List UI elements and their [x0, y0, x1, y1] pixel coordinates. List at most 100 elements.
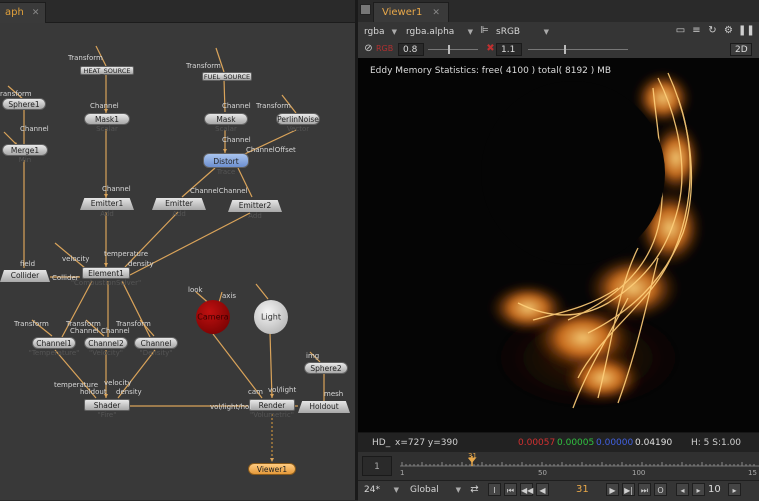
- gamma-slider[interactable]: [428, 43, 478, 56]
- chevron-down-icon: ▼: [467, 28, 473, 36]
- port-label: Channel: [102, 185, 131, 193]
- gain-field[interactable]: 1.1: [496, 43, 522, 56]
- node-element1[interactable]: Element1: [82, 267, 130, 279]
- node-collider[interactable]: Collider: [0, 270, 50, 282]
- timeline-tick-label: 15: [748, 469, 757, 477]
- tab-node-graph-label: aph: [5, 7, 24, 18]
- port-label: Channel: [90, 102, 119, 110]
- frame-increment-field[interactable]: 10: [708, 484, 721, 495]
- node-channel[interactable]: Channel: [134, 337, 178, 349]
- gamma-slider-handle[interactable]: [448, 45, 450, 54]
- last-frame-button[interactable]: ⏭: [638, 483, 651, 496]
- play-backward-button[interactable]: ◀: [536, 483, 549, 496]
- tab-node-graph[interactable]: aph ✕: [0, 2, 47, 23]
- port-label: Collider: [52, 274, 79, 282]
- node-sphere2[interactable]: Sphere2: [304, 362, 348, 374]
- node-holdout[interactable]: Holdout: [298, 401, 350, 413]
- channels-dropdown[interactable]: rgba ▼: [360, 25, 400, 39]
- port-label: img: [306, 352, 320, 360]
- timeline-ruler[interactable]: [398, 454, 759, 478]
- roi-icon[interactable]: ▭: [674, 25, 687, 37]
- viewer-status-bar: HD_ x=727 y=390 0.00057 0.00005 0.00000 …: [358, 432, 759, 468]
- port-label: mesh: [324, 390, 344, 398]
- timeline[interactable]: 1 31 1 50 100 15: [358, 452, 759, 480]
- chevron-down-icon: ▼: [455, 486, 461, 494]
- node-emitter1[interactable]: Emitter1: [80, 198, 134, 210]
- node-light-label: Light: [261, 312, 281, 322]
- pixel-green-value: 0.00005: [557, 438, 595, 448]
- play-forward-button[interactable]: ▶: [606, 483, 619, 496]
- pause-icon[interactable]: ❚❚: [738, 25, 755, 37]
- node-shader[interactable]: Shader: [84, 399, 130, 411]
- viewer-panel: Viewer1 ✕ rgba ▼ rgba.alpha ▼ ⊫ sRGB ▼ ▭ ≡ ↻…: [358, 0, 759, 501]
- gain-slider[interactable]: [528, 43, 628, 56]
- pixel-alpha-value: 0.04190: [635, 438, 673, 448]
- node-fuel-source[interactable]: FUEL_SOURCE: [202, 72, 252, 81]
- port-label: Transform: [68, 54, 103, 62]
- colorspace-dropdown[interactable]: sRGB ▼: [492, 25, 552, 39]
- node-mask[interactable]: Mask: [204, 113, 248, 125]
- panel-menu-icon[interactable]: [360, 4, 371, 15]
- colorspace-value: sRGB: [496, 27, 521, 37]
- node-mask-type: Scalar: [215, 125, 237, 133]
- node-mask1-type: Scalar: [96, 125, 118, 133]
- fps-value: 24*: [364, 485, 380, 495]
- port-label: Channel: [222, 136, 251, 144]
- node-render-type: "Volumetric": [250, 411, 294, 419]
- gain-slider-handle[interactable]: [564, 45, 566, 54]
- node-merge1[interactable]: Merge1: [2, 144, 48, 156]
- node-graph-canvas[interactable]: Sphere1 Merge1 Min HEAT_SOURCE FUEL_SOUR…: [0, 22, 355, 500]
- node-heat-source[interactable]: HEAT_SOURCE: [80, 66, 134, 75]
- node-perlin-noise[interactable]: PerlinNoise: [276, 113, 320, 125]
- node-light[interactable]: Light: [254, 300, 288, 334]
- node-channel1-type: "Temperature": [28, 349, 80, 357]
- fire-render-image: [478, 70, 704, 418]
- gamma-field[interactable]: 0.8: [398, 43, 424, 56]
- port-label: Transform: [14, 320, 49, 328]
- prev-keyframe-button[interactable]: ◀◀: [520, 483, 533, 496]
- node-channel2[interactable]: Channel2: [84, 337, 128, 349]
- list-icon[interactable]: ≡: [690, 25, 703, 37]
- scope-dropdown[interactable]: Global ▼: [406, 483, 464, 497]
- loop-mode-icon[interactable]: ⇄: [468, 484, 481, 496]
- node-mask1[interactable]: Mask1: [84, 113, 130, 125]
- alpha-channel-value: rgba.alpha: [406, 27, 455, 37]
- jump-forward-button[interactable]: ▸: [692, 483, 705, 496]
- timeline-tick-label: 1: [400, 469, 405, 477]
- close-icon[interactable]: ✕: [32, 8, 40, 18]
- node-emitter2[interactable]: Emitter2: [228, 200, 282, 212]
- first-frame-button[interactable]: ⏮: [504, 483, 517, 496]
- port-label: cam: [248, 388, 263, 396]
- node-viewer1[interactable]: Viewer1: [248, 463, 296, 475]
- out-point-button[interactable]: O: [654, 483, 667, 496]
- settings-icon[interactable]: ⚙: [722, 25, 735, 37]
- node-emitter[interactable]: Emitter: [152, 198, 206, 210]
- display-lut-icon[interactable]: ⊫: [478, 25, 491, 37]
- current-frame-field[interactable]: 31: [576, 484, 589, 495]
- node-channel1[interactable]: Channel1: [32, 337, 76, 349]
- node-merge1-type: Min: [18, 156, 32, 164]
- start-frame-field[interactable]: 1: [362, 456, 392, 476]
- jump-back-button[interactable]: ◂: [676, 483, 689, 496]
- timeline-tick-label: 100: [632, 469, 646, 477]
- next-frame-button[interactable]: ▶|: [622, 483, 635, 496]
- node-camera[interactable]: Camera: [196, 300, 230, 334]
- node-distort[interactable]: Distort: [203, 153, 249, 168]
- port-label: Channel Channel: [70, 327, 130, 335]
- view-mode-2d-button[interactable]: 2D: [730, 43, 752, 56]
- refresh-icon[interactable]: ↻: [706, 25, 719, 37]
- format-label: HD_: [372, 438, 391, 448]
- gamma-icon[interactable]: ⊘: [362, 43, 375, 55]
- chevron-down-icon: ▼: [543, 28, 549, 36]
- cursor-coordinates: x=727 y=390: [395, 438, 458, 448]
- in-point-button[interactable]: I: [488, 483, 501, 496]
- node-sphere1[interactable]: Sphere1: [2, 98, 46, 110]
- close-icon[interactable]: ✕: [432, 8, 440, 18]
- viewer-viewport[interactable]: Eddy Memory Statistics: free( 4100 ) tot…: [358, 58, 759, 432]
- fps-dropdown[interactable]: 24* ▼: [360, 483, 402, 497]
- tab-viewer1[interactable]: Viewer1 ✕: [373, 2, 449, 23]
- node-render[interactable]: Render: [249, 399, 295, 411]
- step-forward-button[interactable]: ▸: [728, 483, 741, 496]
- alpha-channel-dropdown[interactable]: rgba.alpha ▼: [402, 25, 476, 39]
- memory-statistics: Eddy Memory Statistics: free( 4100 ) tot…: [370, 66, 612, 76]
